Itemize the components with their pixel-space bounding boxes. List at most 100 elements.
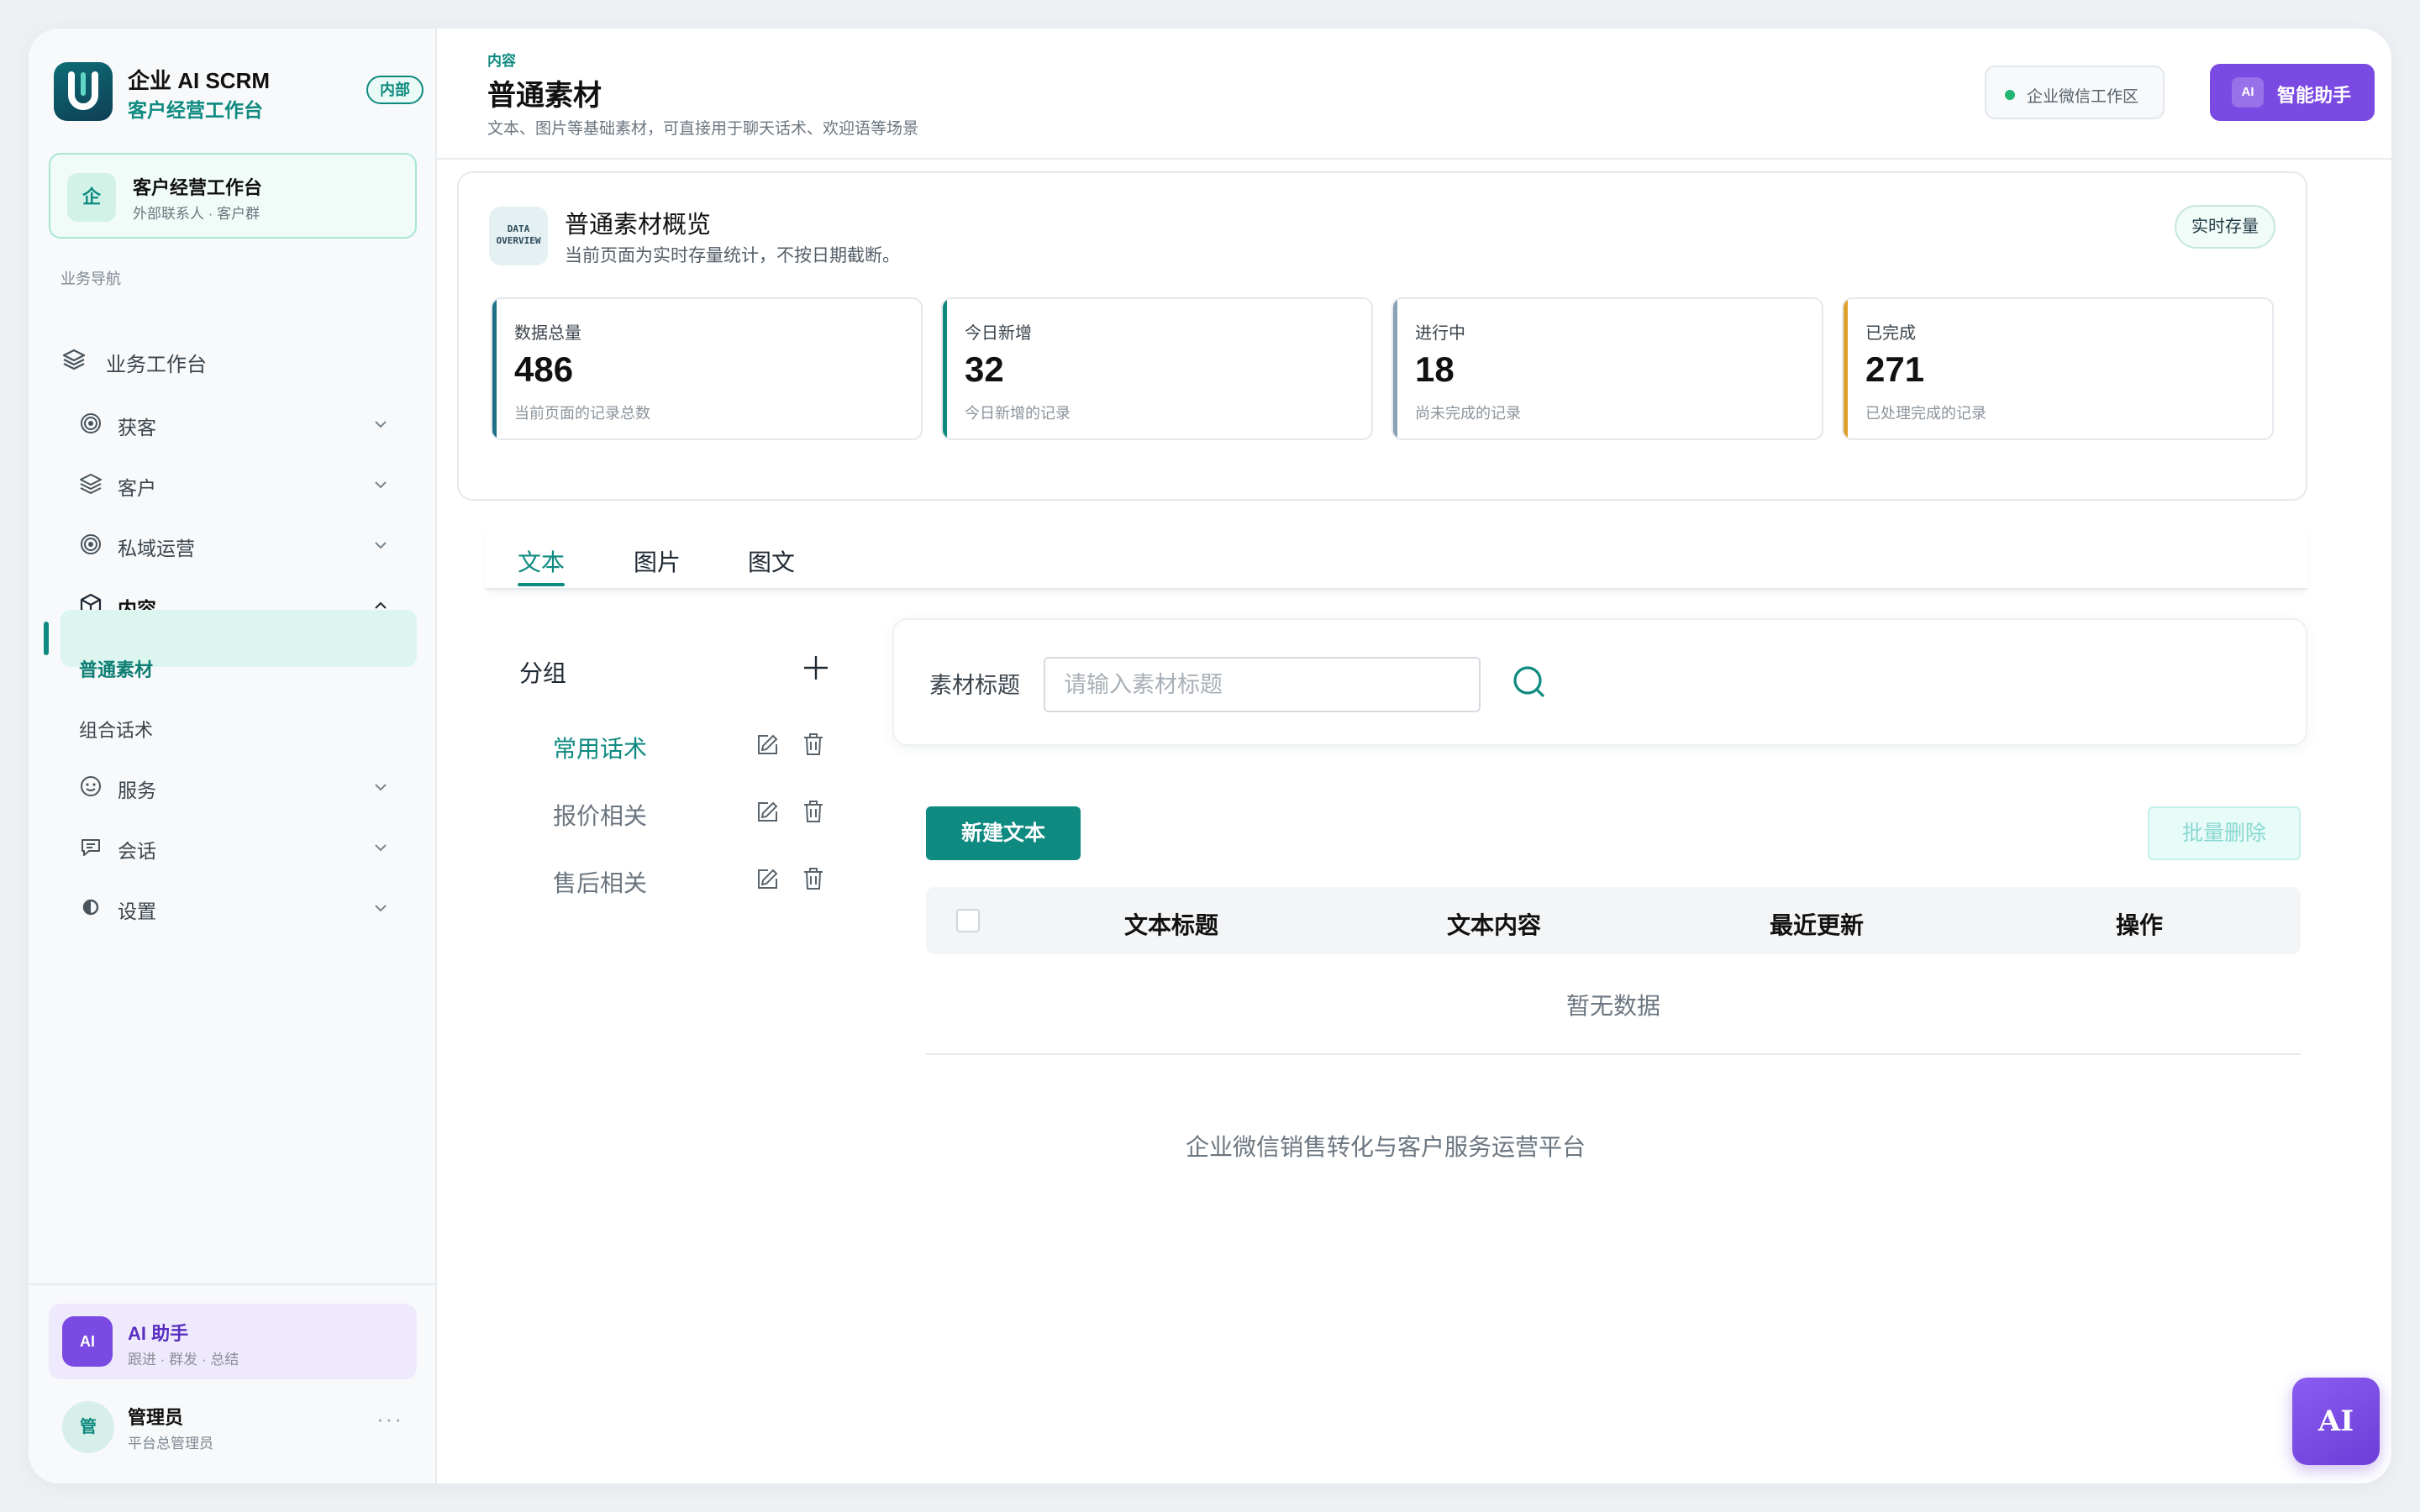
page-header: 内容 普通素材 文本、图片等基础素材，可直接用于聊天话术、欢迎语等场景 企业微信… <box>437 29 2391 160</box>
delete-icon[interactable] <box>800 731 827 758</box>
nav-item-acquire[interactable]: 获客 <box>77 396 417 450</box>
stat-value: 18 <box>1415 349 1455 389</box>
stat-note: 尚未完成的记录 <box>1415 405 1521 422</box>
edit-icon[interactable] <box>755 798 781 825</box>
overview-title: 普通素材概览 <box>565 212 712 239</box>
chevron-down-icon <box>375 421 387 428</box>
overview-subtitle: 当前页面为实时存量统计，不按日期截断。 <box>565 246 900 265</box>
tab-image-text[interactable]: 图文 <box>748 544 795 578</box>
chevron-down-icon <box>375 481 387 489</box>
stat-value: 271 <box>1865 349 1925 389</box>
group-name: 报价相关 <box>553 803 648 829</box>
workspace-subtitle: 外部联系人 · 客户群 <box>133 206 260 222</box>
ai-badge: AI <box>2232 77 2264 108</box>
group-name: 售后相关 <box>553 870 648 896</box>
ai-floating-button[interactable]: AI <box>2292 1378 2380 1465</box>
tabs-divider <box>486 588 2307 590</box>
ai-button-label: 智能助手 <box>2277 85 2352 106</box>
stat-accent <box>1844 299 1848 438</box>
nav-item-private-ops[interactable]: 私域运营 <box>77 517 417 571</box>
group-item[interactable]: 售后相关 <box>519 853 844 907</box>
select-all-checkbox[interactable] <box>956 909 980 932</box>
footer-text: 企业微信销售转化与客户服务运营平台 <box>1185 1134 1586 1160</box>
stat-label: 数据总量 <box>514 324 581 343</box>
more-icon[interactable]: ··· <box>376 1406 403 1432</box>
active-indicator <box>44 622 49 655</box>
search-input[interactable] <box>1044 657 1481 712</box>
breadcrumb[interactable]: 内容 <box>487 49 516 70</box>
nav-item-workbench[interactable]: 业务工作台 <box>60 333 417 386</box>
stat-value: 32 <box>965 349 1004 389</box>
nav-item-label: 服务 <box>118 780 156 801</box>
column-header-actions: 操作 <box>2115 912 2164 938</box>
stat-note: 今日新增的记录 <box>965 405 1071 422</box>
target-icon <box>81 534 101 554</box>
sidebar-footer: AI AI 助手 跟进 · 群发 · 总结 管 管理员 平台总管理员 ··· <box>29 1284 435 1483</box>
workspace-title: 客户经营工作台 <box>133 177 263 198</box>
nav-item-combo-script[interactable]: 组合话术 <box>79 716 153 743</box>
smile-icon <box>81 776 101 796</box>
chevron-down-icon <box>375 784 387 791</box>
stat-accent <box>943 299 947 438</box>
ai-avatar: AI <box>62 1316 113 1367</box>
tab-text[interactable]: 文本 <box>518 544 565 578</box>
delete-icon[interactable] <box>800 865 827 892</box>
ai-card-subtitle: 跟进 · 群发 · 总结 <box>128 1352 239 1368</box>
group-item[interactable]: 常用话术 <box>519 719 844 773</box>
tab-image[interactable]: 图片 <box>634 544 681 578</box>
ai-assistant-button[interactable]: AI 智能助手 <box>2210 64 2375 121</box>
stat-label: 进行中 <box>1415 324 1465 343</box>
brand-subtitle: 客户经营工作台 <box>128 99 263 121</box>
nav-item-label: 会话 <box>118 840 156 862</box>
chat-icon <box>82 839 100 856</box>
workspace-pill-label: 企业微信工作区 <box>2027 88 2139 106</box>
nav-item-label: 业务工作台 <box>106 354 207 376</box>
nav-item-label: 客户 <box>118 477 156 499</box>
avatar: 管 <box>62 1401 114 1453</box>
brand-title: 企业 AI SCRM <box>128 68 271 93</box>
nav-item-label: 私域运营 <box>118 538 195 559</box>
nav-item-chat[interactable]: 会话 <box>77 820 417 874</box>
page-title: 普通素材 <box>487 80 602 112</box>
stat-card-total: 数据总量 486 当前页面的记录总数 <box>491 297 923 440</box>
user-profile[interactable]: 管 管理员 平台总管理员 ··· <box>49 1389 417 1465</box>
nav-item-customer[interactable]: 客户 <box>77 457 417 511</box>
stat-accent <box>1393 299 1397 438</box>
edit-icon[interactable] <box>755 865 781 892</box>
stat-note: 已处理完成的记录 <box>1865 405 1986 422</box>
search-panel: 素材标题 <box>892 618 2307 746</box>
stat-label: 今日新增 <box>965 324 1032 343</box>
workspace-pill[interactable]: 企业微信工作区 <box>1985 66 2165 119</box>
table-header: 文本标题 文本内容 最近更新 操作 <box>926 887 2301 954</box>
overview-card: DATA OVERVIEW 普通素材概览 当前页面为实时存量统计，不按日期截断。 … <box>457 171 2307 501</box>
brand[interactable]: 企业 AI SCRM 客户经营工作台 内部 <box>54 62 424 123</box>
batch-delete-button[interactable]: 批量删除 <box>2148 806 2301 860</box>
ai-card-title: AI 助手 <box>128 1323 189 1344</box>
search-icon[interactable] <box>1509 662 1551 704</box>
edit-icon[interactable] <box>755 731 781 758</box>
user-role: 平台总管理员 <box>128 1436 213 1452</box>
nav-subitem-label[interactable]: 普通素材 <box>79 655 153 682</box>
add-group-icon[interactable] <box>802 654 830 682</box>
brand-logo-icon <box>54 62 113 121</box>
chevron-down-icon <box>375 844 387 852</box>
delete-icon[interactable] <box>800 798 827 825</box>
workspace-icon: 企 <box>67 173 116 222</box>
stat-note: 当前页面的记录总数 <box>514 405 650 422</box>
group-item[interactable]: 报价相关 <box>519 786 844 840</box>
empty-state: 暂无数据 <box>1565 993 1660 1019</box>
user-name: 管理员 <box>128 1407 184 1428</box>
nav-item-label: 设置 <box>118 900 156 922</box>
table-divider <box>926 1053 2301 1055</box>
column-header-updated[interactable]: 最近更新 <box>1770 907 1864 941</box>
layers-icon <box>62 349 86 370</box>
nav-item-settings[interactable]: 设置 <box>77 880 417 934</box>
stat-value: 486 <box>514 349 574 389</box>
workspace-card[interactable]: 企 客户经营工作台 外部联系人 · 客户群 <box>49 153 417 239</box>
column-header-content[interactable]: 文本内容 <box>1447 907 1541 941</box>
nav-item-service[interactable]: 服务 <box>77 759 417 813</box>
column-header-title[interactable]: 文本标题 <box>1124 907 1218 941</box>
page-description: 文本、图片等基础素材，可直接用于聊天话术、欢迎语等场景 <box>487 120 919 138</box>
ai-assistant-card[interactable]: AI AI 助手 跟进 · 群发 · 总结 <box>49 1304 417 1379</box>
new-text-button[interactable]: 新建文本 <box>926 806 1081 860</box>
